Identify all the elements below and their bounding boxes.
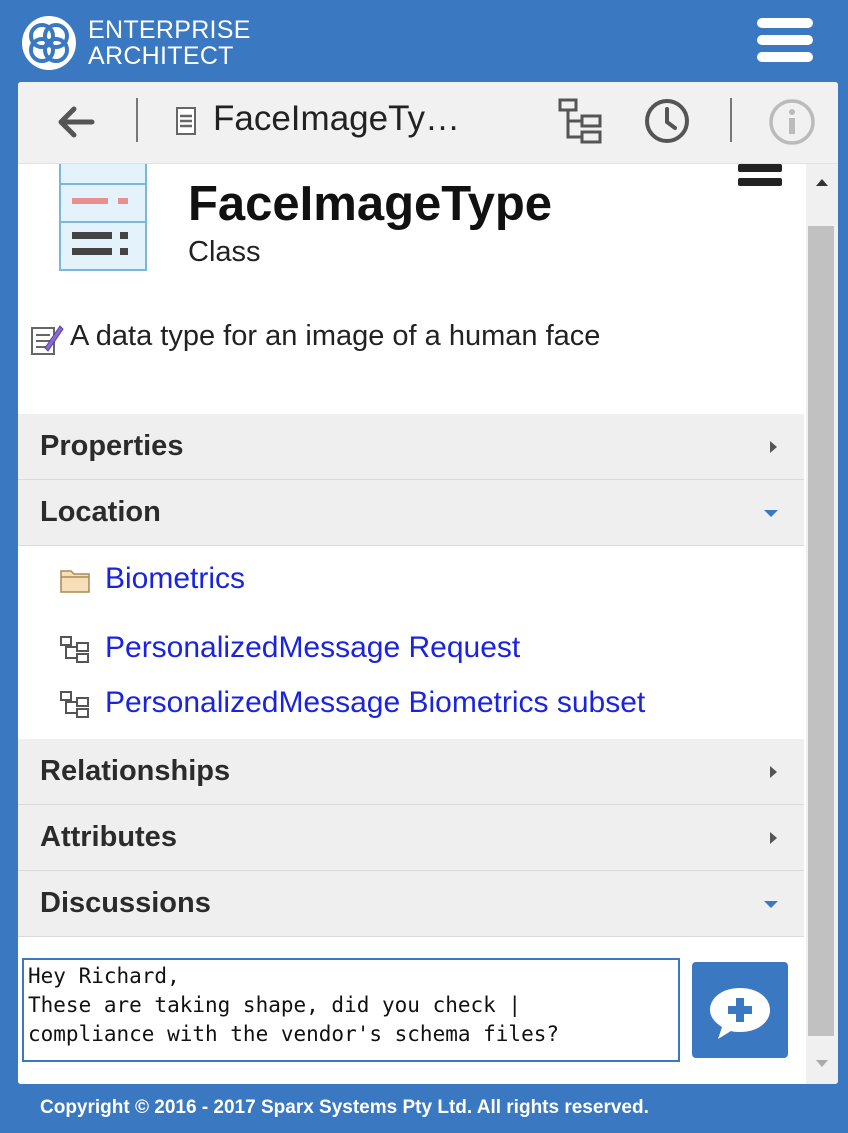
section-discussions[interactable]: Discussions [18, 871, 804, 937]
expand-arrow-icon [770, 832, 777, 844]
section-location[interactable]: Location [18, 480, 804, 546]
location-link-label: Biometrics [105, 562, 246, 595]
browser-tree-icon[interactable] [556, 96, 606, 146]
section-location-label: Location [40, 496, 161, 528]
menu-icon [738, 164, 782, 172]
section-properties-label: Properties [40, 430, 184, 462]
collapse-arrow-icon [764, 901, 778, 908]
brand-name: ENTERPRISE ARCHITECT [88, 17, 251, 69]
back-arrow-icon[interactable] [54, 100, 98, 144]
section-properties[interactable]: Properties [18, 414, 804, 480]
diagram-icon [60, 691, 89, 718]
main-menu-button[interactable] [757, 18, 813, 64]
toolbar-divider [136, 98, 138, 142]
expand-arrow-icon [770, 441, 777, 453]
toolbar: FaceImageTy… [18, 82, 838, 164]
location-link-label: PersonalizedMessage Request [105, 631, 521, 664]
section-relationships[interactable]: Relationships [18, 739, 804, 805]
scroll-up-arrow-icon[interactable] [806, 164, 838, 204]
copyright-footer: Copyright © 2016 - 2017 Sparx Systems Pt… [40, 1097, 649, 1118]
folder-icon [60, 570, 90, 593]
section-discussions-label: Discussions [40, 887, 211, 919]
post-discussion-button[interactable] [692, 962, 788, 1058]
brand-line-1: ENTERPRISE [88, 16, 251, 44]
section-attributes-label: Attributes [40, 821, 177, 853]
section-relationships-label: Relationships [40, 755, 231, 787]
element-type: Class [188, 236, 261, 268]
hamburger-icon [757, 18, 813, 28]
history-clock-icon[interactable] [642, 96, 692, 146]
toolbar-divider [730, 98, 732, 142]
add-comment-icon [710, 988, 770, 1039]
class-element-icon [176, 107, 196, 135]
enterprise-architect-logo-icon [22, 16, 76, 70]
expand-arrow-icon [770, 766, 777, 778]
scrollbar-thumb[interactable] [808, 226, 834, 1036]
notes-edit-icon [31, 325, 64, 355]
element-menu-button[interactable] [738, 164, 782, 190]
brand-line-2: ARCHITECT [88, 42, 234, 70]
element-notes: A data type for an image of a human face [70, 320, 601, 352]
scroll-down-arrow-icon[interactable] [806, 1044, 838, 1084]
location-link-label: PersonalizedMessage Biometrics subset [105, 686, 646, 719]
element-name: FaceImageType [188, 177, 553, 231]
info-icon[interactable] [766, 96, 818, 148]
app-header: ENTERPRISE ARCHITECT [0, 0, 848, 80]
main-panel: FaceImageTy… FaceImageType Class A data … [18, 82, 838, 1084]
collapse-arrow-icon [764, 510, 778, 517]
section-attributes[interactable]: Attributes [18, 805, 804, 871]
element-details: FaceImageType Class A data type for an i… [18, 164, 804, 1084]
vertical-scrollbar[interactable] [806, 164, 838, 1084]
class-diagram-icon [59, 164, 147, 271]
diagram-icon [60, 636, 89, 663]
toolbar-title: FaceImageTy… [213, 99, 461, 138]
discussion-input[interactable]: Hey Richard, These are taking shape, did… [22, 958, 680, 1062]
